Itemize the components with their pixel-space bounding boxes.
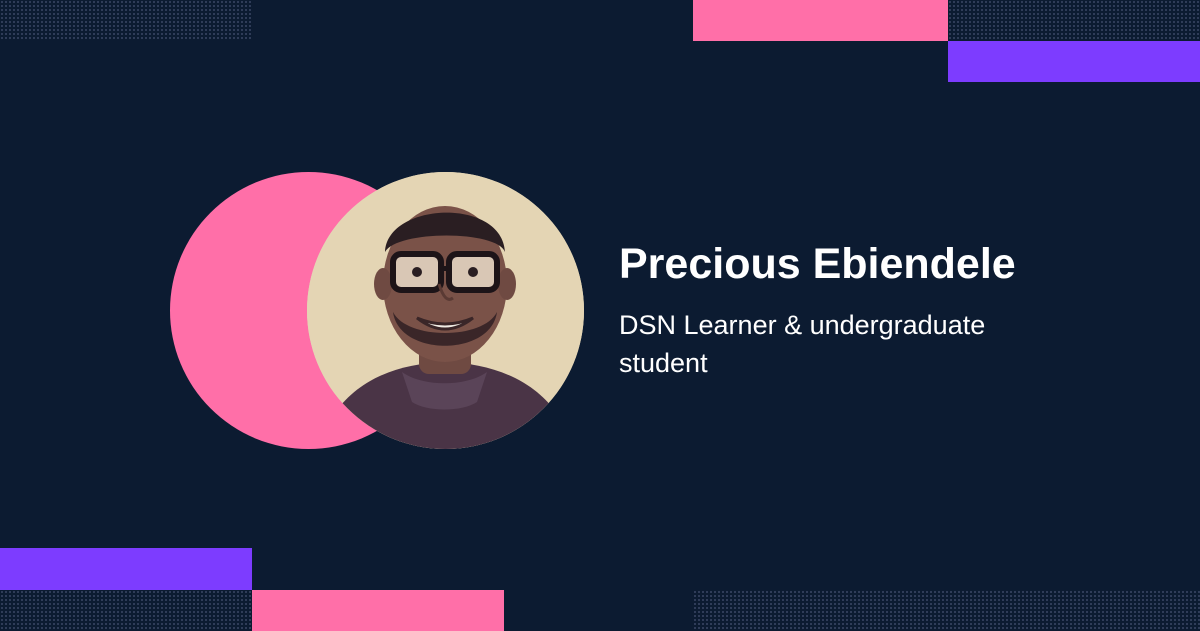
person-role: DSN Learner & undergraduate student — [619, 310, 986, 378]
person-name: Precious Ebiendele — [619, 240, 1016, 288]
top-right-dot-pattern — [948, 0, 1200, 41]
bottom-right-dot-pattern — [693, 590, 1200, 631]
top-left-dot-pattern — [0, 0, 252, 41]
top-pink-bar — [693, 0, 948, 41]
top-purple-bar — [948, 41, 1200, 82]
bottom-purple-bar — [0, 548, 252, 590]
profile-text: Precious Ebiendele DSN Learner & undergr… — [619, 236, 1179, 382]
profile-photo — [307, 172, 584, 449]
person-portrait-icon — [307, 172, 584, 449]
bottom-left-dot-pattern — [0, 590, 252, 631]
profile-card: Precious Ebiendele DSN Learner & undergr… — [0, 0, 1200, 631]
bottom-pink-bar — [252, 590, 504, 631]
